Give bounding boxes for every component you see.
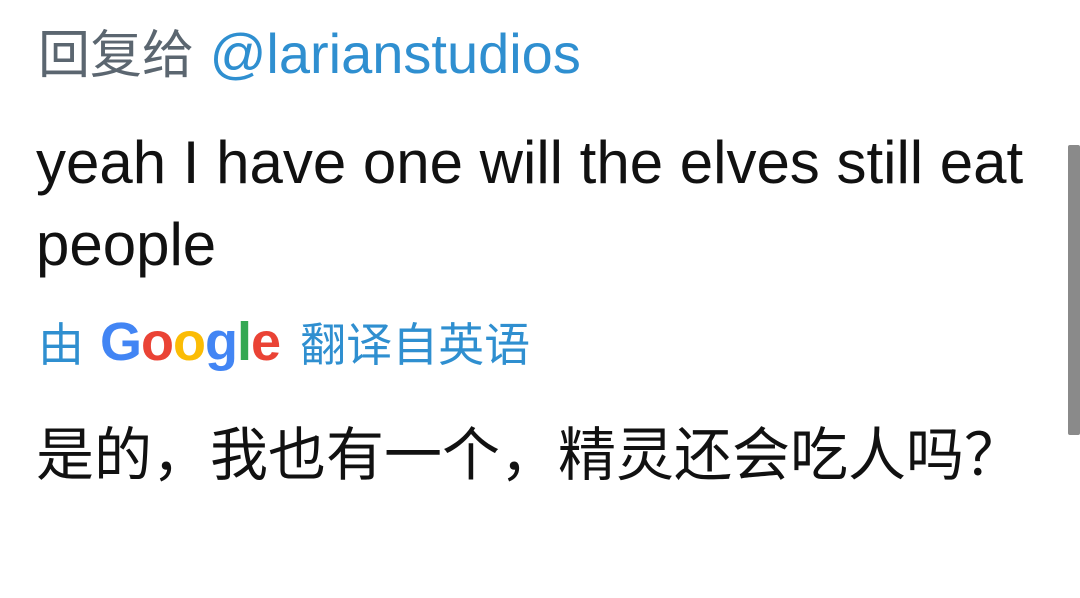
google-logo-letter: g (205, 312, 238, 372)
google-logo-letter: G (100, 312, 142, 372)
tweet-text: yeah I have one will the elves still eat… (36, 129, 1024, 278)
google-logo: Google (100, 311, 281, 373)
reply-to-line: 回复给 @larianstudios (38, 22, 581, 88)
google-logo-letter: o (173, 312, 206, 372)
scrollbar-thumb[interactable] (1068, 145, 1080, 435)
translated-from-label: 翻译自英语 (300, 318, 531, 372)
google-logo-letter: o (141, 312, 174, 372)
reply-prefix-label: 回复给 (38, 26, 195, 86)
google-logo-letter: l (237, 312, 252, 372)
translation-attribution[interactable]: 由 Google 翻译自英语 (38, 308, 530, 376)
google-logo-letter: e (251, 312, 281, 372)
translated-by-label: 由 (38, 318, 84, 372)
reply-handle-link[interactable]: @larianstudios (210, 22, 581, 85)
translated-text: 是的，我也有一个，精灵还会吃人吗？ (36, 421, 1023, 489)
